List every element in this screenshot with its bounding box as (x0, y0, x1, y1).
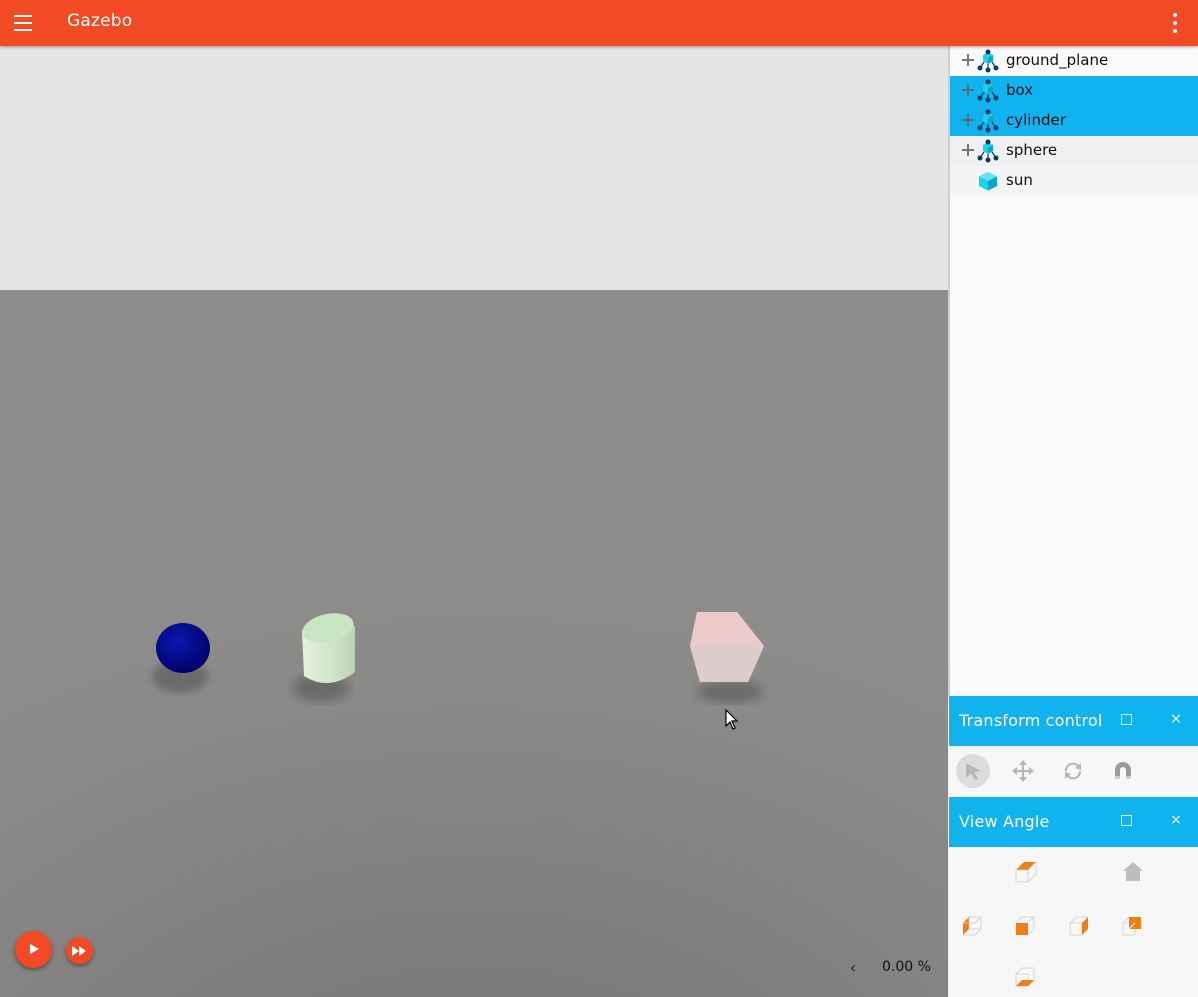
close-icon[interactable]: × (1169, 709, 1183, 729)
fast-forward-icon (72, 946, 86, 956)
translate-icon[interactable] (1006, 754, 1040, 788)
maximize-icon[interactable] (1121, 714, 1132, 725)
view-front-icon[interactable] (1012, 911, 1040, 939)
light-icon (979, 172, 997, 191)
expand-icon[interactable] (962, 84, 974, 96)
step-forward-button[interactable] (66, 937, 93, 964)
real-time-factor-toggle[interactable]: ‹ (845, 958, 861, 978)
gazebo-app: Gazebo ‹ 0.00 % ground_plane box cylinde… (0, 0, 1198, 997)
box-model[interactable] (680, 602, 780, 712)
tree-item-label: sphere (1006, 141, 1058, 159)
view-left-icon[interactable] (959, 911, 987, 939)
panel-title: Transform control (959, 711, 1103, 730)
rotate-icon[interactable] (1056, 754, 1090, 788)
cylinder-model[interactable] (285, 606, 375, 716)
model-icon (977, 79, 999, 103)
view-back-icon[interactable] (1119, 911, 1147, 939)
entity-tree: ground_plane box cylinder sphere sun (948, 46, 1198, 696)
tree-item-sphere[interactable]: sphere (950, 136, 1198, 166)
select-icon[interactable] (956, 754, 990, 788)
tree-item-label: box (1006, 81, 1034, 99)
tree-item-label: ground_plane (1006, 51, 1109, 69)
view-angle-header: View Angle × (949, 797, 1198, 847)
expand-icon[interactable] (962, 54, 974, 66)
tree-item-sun[interactable]: sun (950, 166, 1198, 196)
mouse-cursor-icon (725, 709, 739, 730)
tree-item-cylinder[interactable]: cylinder (950, 106, 1198, 136)
app-title: Gazebo (67, 11, 133, 31)
more-vert-icon[interactable] (1164, 9, 1186, 37)
hamburger-menu-icon[interactable] (10, 10, 36, 36)
view-top-icon[interactable] (1012, 858, 1040, 886)
expand-icon[interactable] (962, 114, 974, 126)
scene-3d-viewport[interactable]: ‹ 0.00 % (0, 46, 948, 997)
view-home-icon[interactable] (1119, 858, 1147, 886)
view-right-icon[interactable] (1066, 911, 1094, 939)
panel-title: View Angle (959, 812, 1050, 831)
real-time-factor-value: 0.00 % (882, 959, 931, 975)
scene-sky (0, 46, 948, 290)
tree-item-box[interactable]: box (950, 76, 1198, 106)
view-angle-body (949, 847, 1198, 997)
transform-control-header: Transform control × (949, 696, 1198, 746)
transform-control-body (949, 746, 1198, 797)
model-icon (977, 109, 999, 133)
view-bottom-icon[interactable] (1012, 964, 1040, 992)
expand-icon[interactable] (962, 144, 974, 156)
maximize-icon[interactable] (1121, 815, 1132, 826)
tree-item-label: sun (1006, 171, 1033, 189)
model-icon (977, 49, 999, 73)
close-icon[interactable]: × (1169, 810, 1183, 830)
tree-item-ground-plane[interactable]: ground_plane (950, 46, 1198, 76)
top-app-bar: Gazebo (0, 0, 1198, 46)
sphere-model[interactable] (140, 616, 230, 706)
model-icon (977, 139, 999, 163)
tree-item-label: cylinder (1006, 111, 1066, 129)
snap-magnet-icon[interactable] (1106, 754, 1140, 788)
play-button[interactable] (15, 931, 52, 968)
